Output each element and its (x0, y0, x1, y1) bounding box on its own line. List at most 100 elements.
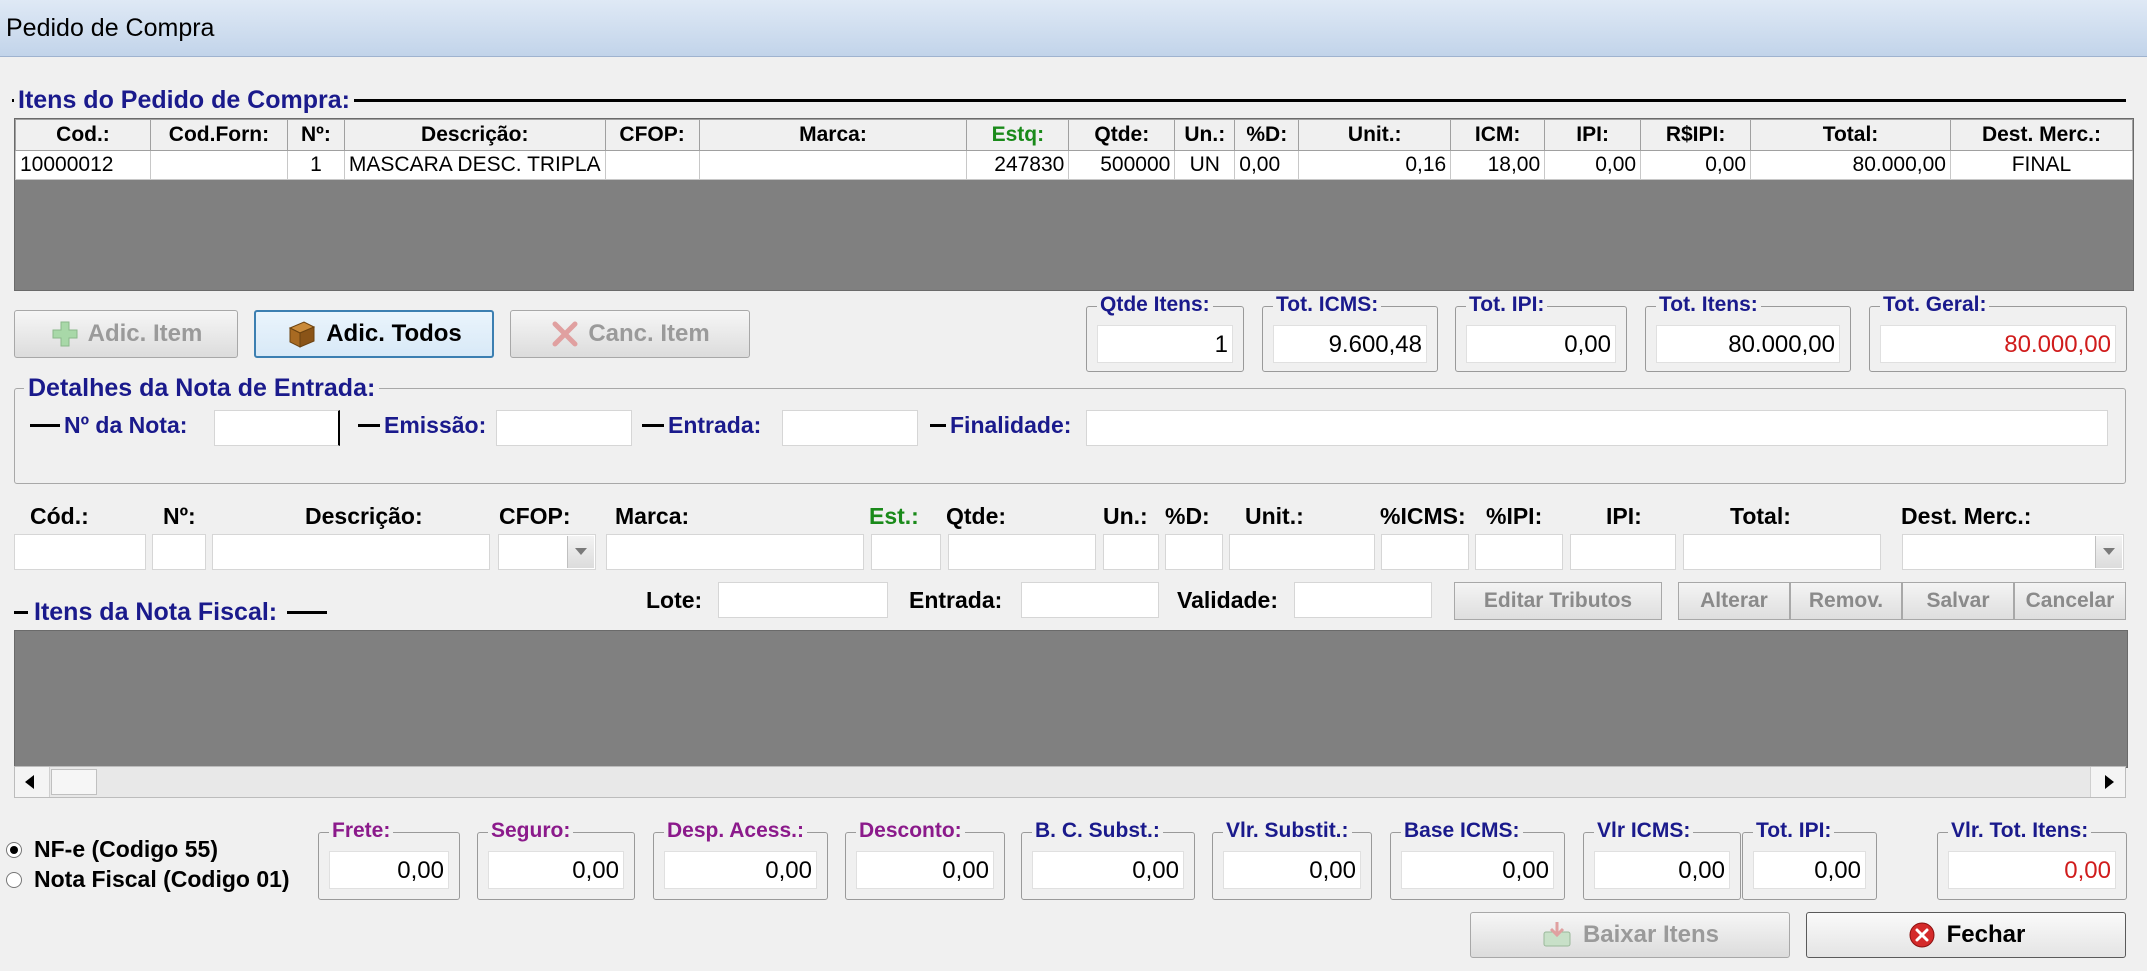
entry-unit-label: Unit.: (1245, 503, 1304, 529)
cell: 1 (286, 150, 345, 180)
entry-desconto-input[interactable] (1165, 534, 1223, 570)
bc-subst-box: B. C. Subst.: 0,00 (1021, 819, 1195, 900)
tot-ipi-bottom-value: 0,00 (1753, 851, 1866, 889)
chevron-down-icon (2095, 536, 2122, 568)
finalidade-label: Finalidade: (950, 412, 1072, 438)
lote-label: Lote: (646, 587, 703, 613)
vlr-icms-value: 0,00 (1594, 851, 1730, 889)
numero-nota-group: Nº da Nota: (30, 412, 187, 439)
radio-nota-fiscal-indicator[interactable] (6, 871, 22, 888)
entry-un-label: Un.: (1103, 503, 1148, 529)
entry-un-input[interactable] (1103, 534, 1159, 570)
alterar-button[interactable]: Alterar (1678, 582, 1790, 620)
desp-acess-value[interactable]: 0,00 (664, 851, 817, 889)
scroll-left-button[interactable] (15, 767, 50, 797)
emissao-input[interactable] (496, 410, 632, 446)
col-header[interactable]: Cod.Forn: (149, 119, 288, 151)
entry-descricao-input[interactable] (212, 534, 490, 570)
baixar-itens-button[interactable]: Baixar Itens (1470, 912, 1790, 958)
col-header[interactable]: CFOP: (604, 119, 700, 151)
radio-nota-fiscal-label: Nota Fiscal (Codigo 01) (34, 866, 290, 892)
entry-cod-label: Cód.: (30, 503, 89, 529)
cancelar-button[interactable]: Cancelar (2014, 582, 2126, 620)
table-row[interactable]: 10000012 1 MASCARA DESC. TRIPLA 247830 5… (15, 150, 2134, 180)
close-circle-icon (1909, 922, 1935, 948)
col-header[interactable]: Unit.: (1298, 119, 1452, 151)
finalidade-input[interactable] (1086, 410, 2108, 446)
salvar-button[interactable]: Salvar (1902, 582, 2014, 620)
editar-tributos-button[interactable]: Editar Tributos (1454, 582, 1662, 620)
entry-ipi-input[interactable] (1570, 534, 1676, 570)
finalidade-group: Finalidade: (930, 412, 1071, 439)
entry-total-input[interactable] (1683, 534, 1881, 570)
box-icon (289, 321, 316, 348)
col-header[interactable]: ICM: (1450, 119, 1546, 151)
entrada-item-input[interactable] (1021, 582, 1159, 618)
entry-dest-label: Dest. Merc.: (1901, 503, 2032, 529)
entrada-label: Entrada: (668, 412, 762, 438)
entry-est-label: Est.: (869, 503, 919, 529)
col-header[interactable]: Estq: (966, 119, 1070, 151)
frete-value[interactable]: 0,00 (329, 851, 449, 889)
col-header[interactable]: Marca: (698, 119, 968, 151)
adic-todos-button[interactable]: Adic. Todos (254, 310, 494, 358)
pedido-header-row: Cod.: Cod.Forn: Nº: Descrição: CFOP: Mar… (15, 119, 2134, 151)
entry-cod-input[interactable] (14, 534, 146, 570)
adic-item-button[interactable]: Adic. Item (14, 310, 238, 358)
entry-num-input[interactable] (152, 534, 206, 570)
col-header[interactable]: Total: (1750, 119, 1951, 151)
scroll-thumb[interactable] (51, 769, 97, 795)
pedido-items-grid[interactable]: Cod.: Cod.Forn: Nº: Descrição: CFOP: Mar… (14, 118, 2134, 291)
entry-picms-input[interactable] (1381, 534, 1469, 570)
canc-item-button[interactable]: Canc. Item (510, 310, 750, 358)
cell (149, 150, 288, 180)
radio-nota-fiscal[interactable]: Nota Fiscal (Codigo 01) (6, 866, 290, 893)
entry-est-input[interactable] (871, 534, 941, 570)
tot-geral-value: 80.000,00 (1880, 325, 2116, 363)
entry-pipi-input[interactable] (1475, 534, 1563, 570)
col-header[interactable]: Descrição: (343, 119, 606, 151)
seguro-value[interactable]: 0,00 (488, 851, 624, 889)
entry-unit-input[interactable] (1229, 534, 1375, 570)
numero-nota-input[interactable] (214, 410, 340, 446)
vlr-substit-value: 0,00 (1223, 851, 1361, 889)
arrow-right-icon (2105, 775, 2114, 789)
close-icon (552, 321, 578, 347)
lote-input[interactable] (718, 582, 888, 618)
remov-button[interactable]: Remov. (1790, 582, 1902, 620)
entry-ipi-label: IPI: (1606, 503, 1642, 529)
col-header[interactable]: Cod.: (15, 119, 151, 151)
cell: FINAL (1949, 150, 2134, 180)
itens-nf-grid[interactable] (14, 630, 2128, 768)
entrada-input[interactable] (782, 410, 918, 446)
entry-desconto-label: %D: (1165, 503, 1210, 529)
desconto-box: Desconto: 0,00 (845, 819, 1005, 900)
entry-pipi-label: %IPI: (1486, 503, 1543, 529)
desconto-value[interactable]: 0,00 (856, 851, 994, 889)
col-header[interactable]: Nº: (286, 119, 345, 151)
cell: 0,16 (1298, 150, 1452, 180)
entry-dest-select[interactable] (1902, 534, 2124, 570)
entry-cfop-select[interactable] (498, 534, 596, 570)
col-header[interactable]: %D: (1234, 119, 1300, 151)
col-header[interactable]: Dest. Merc.: (1949, 119, 2134, 151)
col-header[interactable]: R$IPI: (1640, 119, 1752, 151)
horizontal-scrollbar[interactable] (14, 766, 2126, 798)
entry-qtde-input[interactable] (948, 534, 1096, 570)
nota-details-title: Detalhes da Nota de Entrada: (24, 374, 380, 403)
tot-icms-box: Tot. ICMS: 9.600,48 (1262, 293, 1438, 372)
col-header[interactable]: Un.: (1174, 119, 1236, 151)
validade-input[interactable] (1294, 582, 1432, 618)
col-header[interactable]: Qtde: (1068, 119, 1176, 151)
fechar-button[interactable]: Fechar (1806, 912, 2126, 958)
vlr-icms-box: Vlr ICMS: 0,00 (1583, 819, 1741, 900)
radio-nfe[interactable]: NF-e (Codigo 55) (6, 836, 218, 863)
col-header[interactable]: IPI: (1544, 119, 1642, 151)
entry-marca-input[interactable] (606, 534, 864, 570)
radio-nfe-indicator[interactable] (6, 841, 22, 858)
entry-descricao-label: Descrição: (305, 503, 423, 529)
scroll-right-button[interactable] (2090, 767, 2125, 797)
bc-subst-value: 0,00 (1032, 851, 1184, 889)
itens-nf-title: Itens da Nota Fiscal: (34, 598, 278, 627)
window-title-bar: Pedido de Compra (0, 0, 2147, 57)
